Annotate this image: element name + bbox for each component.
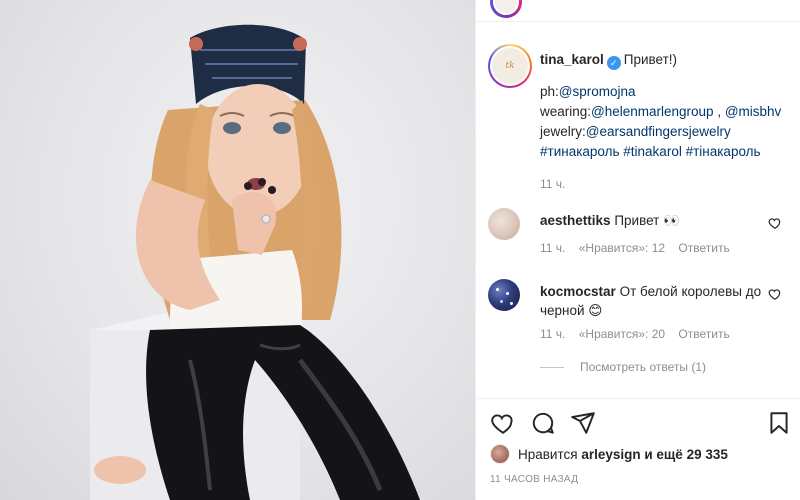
hashtag-links[interactable]: #тинакароль #tinakarol #тінакароль [540, 142, 800, 162]
comment-meta: 11 ч. «Нравится»: 12 Ответить [540, 241, 740, 255]
comment-meta: 11 ч. «Нравится»: 20 Ответить [540, 327, 740, 341]
share-icon[interactable] [570, 410, 596, 436]
verified-badge-icon: ✓ [606, 56, 621, 70]
caption-jewelry-prefix: jewelry: [540, 124, 586, 139]
mention-link[interactable]: @misbhv [725, 104, 781, 119]
commenter-username[interactable]: kocmocstar [540, 284, 616, 299]
commenter-avatar[interactable] [488, 208, 520, 240]
reply-button[interactable]: Ответить [678, 327, 729, 341]
post-sidebar: tk tina_karol ✓ Привет!) ph:@spromojna wea… [475, 0, 800, 500]
caption-timestamp[interactable]: 11 ч. [540, 174, 800, 194]
replies-divider [540, 366, 564, 368]
mention-link[interactable]: @earsandfingersjewelry [586, 124, 731, 139]
commenter-avatar[interactable] [488, 279, 520, 311]
commenter-username[interactable]: aesthettiks [540, 213, 611, 228]
header-avatar[interactable] [490, 0, 522, 18]
caption-ph-prefix: ph: [540, 84, 559, 99]
comment-body: kocmocstar От белой королевы до черной 😊 [540, 282, 770, 320]
mention-link[interactable]: @spromojna [559, 84, 636, 99]
liker-avatar[interactable] [490, 444, 510, 464]
mention-link[interactable]: @helenmarlengroup [591, 104, 714, 119]
heart-icon[interactable] [490, 410, 516, 436]
post-header [476, 0, 800, 22]
bookmark-icon[interactable] [766, 410, 792, 436]
liker-username[interactable]: arleysign [581, 447, 640, 462]
caption-jewelry-line: jewelry:@earsandfingersjewelry [540, 122, 800, 142]
author-avatar[interactable]: tk [488, 44, 532, 88]
comment-body: aesthettiks Привет 👀 [540, 211, 770, 230]
comment-text: Привет 👀 [614, 213, 680, 228]
photo-illustration [90, 24, 420, 500]
caption-wearing-line: wearing:@helenmarlengroup , @misbhv [540, 102, 800, 122]
heart-small-icon[interactable] [768, 216, 782, 230]
likes-summary: Нравится arleysign и ещё 29 335 [490, 444, 728, 464]
comment-time[interactable]: 11 ч. [540, 241, 565, 255]
comment-icon[interactable] [530, 410, 556, 436]
reply-button[interactable]: Ответить [678, 241, 729, 255]
comment-likes[interactable]: «Нравится»: 12 [579, 241, 665, 255]
view-replies-button[interactable]: Посмотреть ответы (1) [540, 360, 706, 374]
post-timestamp[interactable]: 11 ЧАСОВ НАЗАД [490, 474, 578, 485]
view-replies-label: Посмотреть ответы (1) [580, 360, 707, 374]
author-avatar-image: tk [492, 48, 528, 84]
comment-likes[interactable]: «Нравится»: 20 [579, 327, 665, 341]
caption-photographer-line: ph:@spromojna [540, 82, 800, 102]
heart-small-icon[interactable] [768, 287, 782, 301]
post-photo[interactable] [0, 0, 475, 500]
post-actions [490, 410, 790, 440]
caption-text: Привет!) [623, 52, 678, 67]
caption-wearing-prefix: wearing: [540, 104, 592, 119]
comment-time[interactable]: 11 ч. [540, 327, 565, 341]
caption-separator: , [713, 104, 725, 119]
likes-prefix: Нравится [518, 446, 582, 462]
author-username[interactable]: tina_karol [540, 52, 604, 67]
likes-count[interactable]: и ещё 29 335 [641, 447, 728, 462]
actions-divider [476, 398, 800, 399]
